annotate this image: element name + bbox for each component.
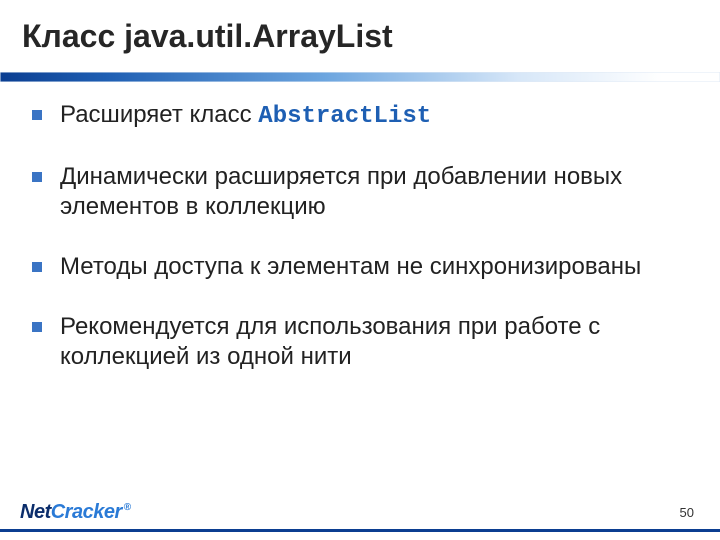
list-item: Рекомендуется для использования при рабо…	[32, 312, 690, 372]
bullet-text: Рекомендуется для использования при рабо…	[60, 313, 600, 370]
list-item: Динамически расширяется при добавлении н…	[32, 162, 690, 222]
page-number: 50	[680, 505, 694, 520]
bullet-text: Динамически расширяется при добавлении н…	[60, 163, 622, 220]
bullet-list: Расширяет класс AbstractList Динамически…	[32, 100, 690, 372]
slide: Класс java.util.ArrayList Расширяет клас…	[0, 0, 720, 540]
list-item: Расширяет класс AbstractList	[32, 100, 690, 132]
content-area: Расширяет класс AbstractList Динамически…	[32, 100, 690, 402]
footer-divider	[0, 529, 720, 532]
list-item: Методы доступа к элементам не синхронизи…	[32, 252, 690, 282]
logo-part-cracker: Cracker	[51, 501, 122, 523]
logo-part-net: Net	[20, 501, 51, 523]
footer-logo: NetCracker®	[20, 501, 131, 524]
slide-title: Класс java.util.ArrayList	[22, 18, 393, 55]
bullet-text: Расширяет класс	[60, 101, 258, 128]
title-underline	[0, 72, 720, 82]
bullet-text: Методы доступа к элементам не синхронизи…	[60, 253, 641, 280]
code-word: AbstractList	[258, 103, 431, 130]
logo-registered-mark: ®	[124, 502, 131, 513]
